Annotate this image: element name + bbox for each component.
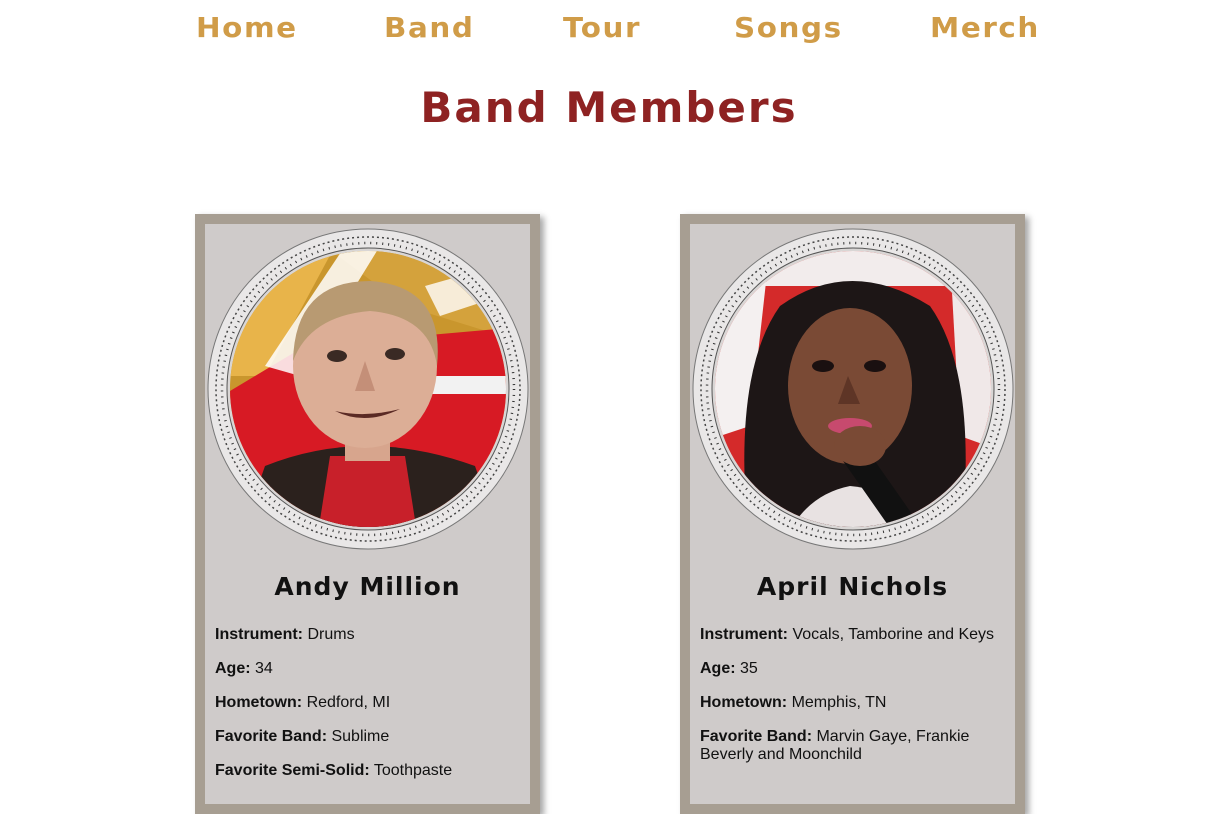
fact-label: Favorite Band: xyxy=(215,728,328,745)
member-card-april: April Nichols Instrument: Vocals, Tambor… xyxy=(680,214,1025,814)
fact-label: Instrument: xyxy=(700,626,788,643)
main-nav: Home Band Tour Songs Merch xyxy=(0,10,1218,50)
fact-value: Memphis, TN xyxy=(791,694,887,711)
fact-value: 34 xyxy=(255,660,273,677)
fact-favorite-semi-solid: Favorite Semi-Solid: Toothpaste xyxy=(215,762,520,780)
fact-value: Sublime xyxy=(331,728,390,745)
nav-link-merch[interactable]: Merch xyxy=(930,10,1040,46)
fact-value: Vocals, Tamborine and Keys xyxy=(792,626,995,643)
member-card-andy: Andy Million Instrument: Drums Age: 34 H… xyxy=(195,214,540,814)
nav-link-home[interactable]: Home xyxy=(196,10,298,46)
fact-label: Hometown: xyxy=(215,694,303,711)
fact-age: Age: 35 xyxy=(700,660,1005,678)
fact-value: Drums xyxy=(307,626,355,643)
fact-favorite-band: Favorite Band: Sublime xyxy=(215,728,520,746)
april-portrait-photo xyxy=(692,228,1014,550)
fact-value: Redford, MI xyxy=(306,694,391,711)
nav-link-tour[interactable]: Tour xyxy=(563,10,641,46)
page-title: Band Members xyxy=(420,83,798,132)
andy-portrait-photo xyxy=(207,228,529,550)
fact-label: Instrument: xyxy=(215,626,303,643)
fact-label: Age: xyxy=(215,660,251,677)
fact-hometown: Hometown: Redford, MI xyxy=(215,694,520,712)
fact-instrument: Instrument: Drums xyxy=(215,626,520,644)
fact-label: Favorite Band: xyxy=(700,728,813,745)
member-name: April Nichols xyxy=(756,572,949,601)
member-facts: Instrument: Vocals, Tamborine and Keys A… xyxy=(700,626,1005,780)
nav-link-songs[interactable]: Songs xyxy=(734,10,843,46)
fact-favorite-band: Favorite Band: Marvin Gaye, Frankie Beve… xyxy=(700,728,1005,764)
fact-age: Age: 34 xyxy=(215,660,520,678)
fact-label: Favorite Semi-Solid: xyxy=(215,762,370,779)
fact-value: Toothpaste xyxy=(373,762,453,779)
fact-label: Age: xyxy=(700,660,736,677)
fact-value: 35 xyxy=(740,660,758,677)
fact-hometown: Hometown: Memphis, TN xyxy=(700,694,1005,712)
member-name: Andy Million xyxy=(274,572,461,601)
fact-label: Hometown: xyxy=(700,694,788,711)
nav-link-band[interactable]: Band xyxy=(384,10,475,46)
fact-instrument: Instrument: Vocals, Tamborine and Keys xyxy=(700,626,1005,644)
member-facts: Instrument: Drums Age: 34 Hometown: Redf… xyxy=(215,626,520,796)
